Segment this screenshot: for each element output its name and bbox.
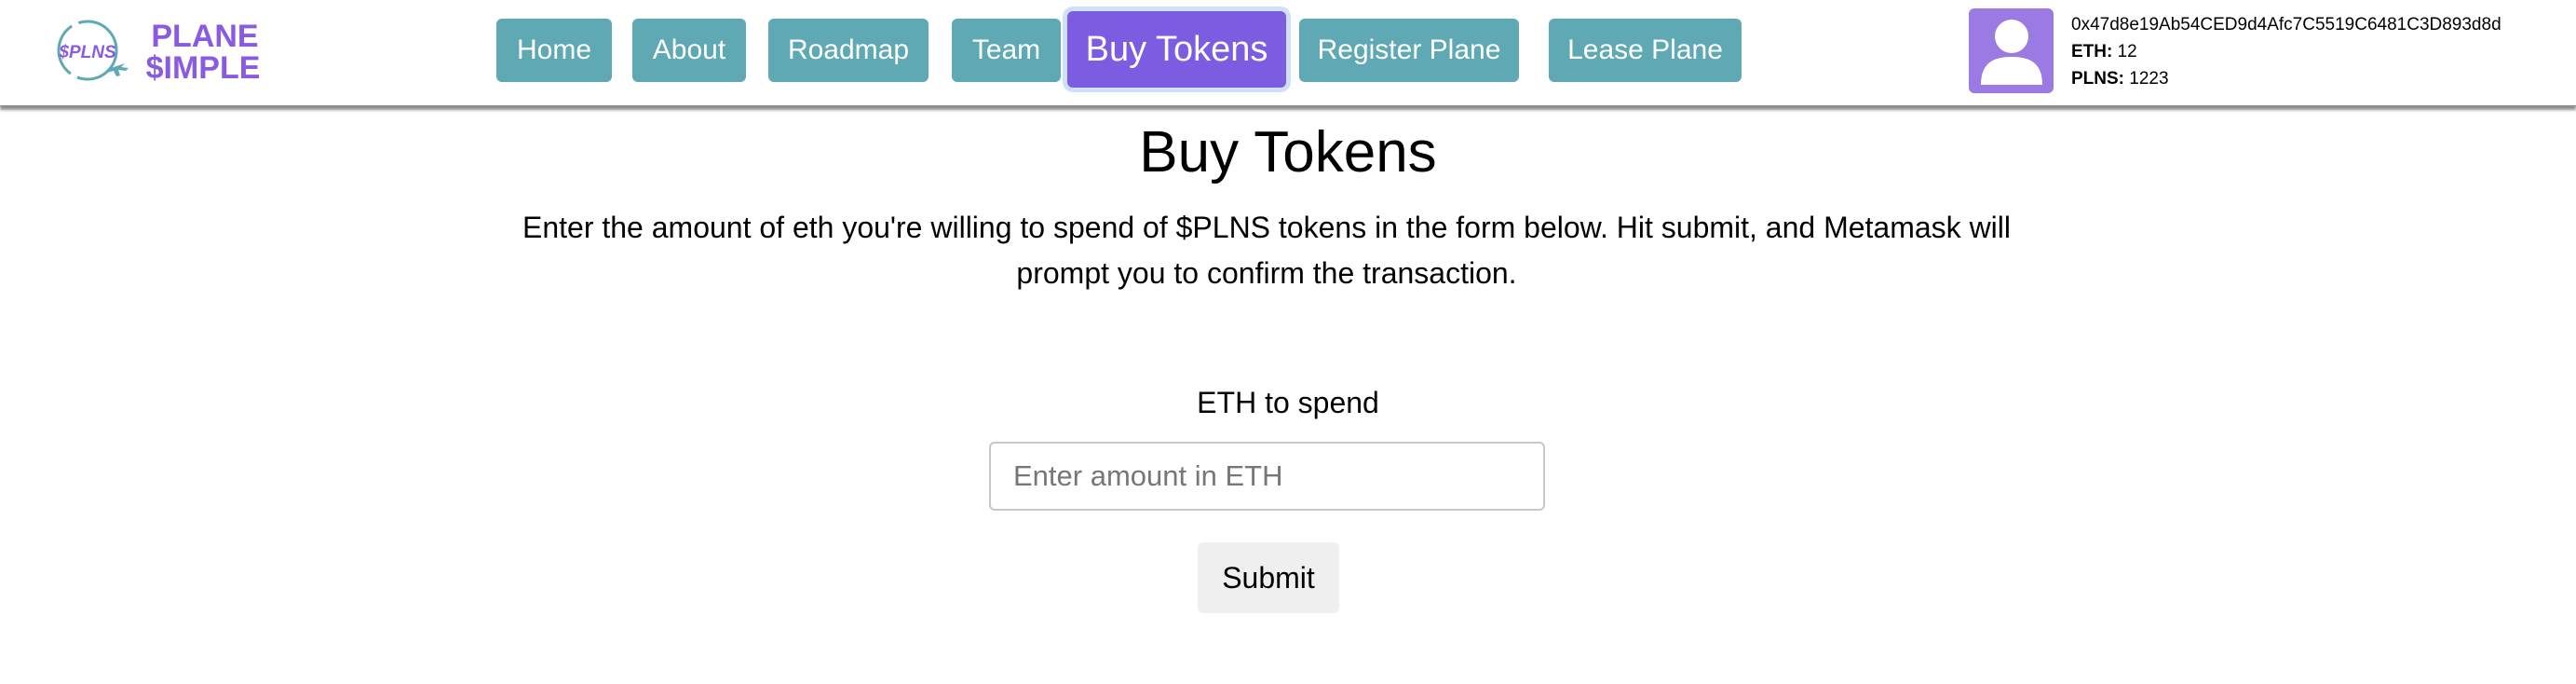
eth-balance-value: 12 xyxy=(2117,42,2137,62)
logo-title-bottom: $IMPLE xyxy=(146,50,261,86)
nav-roadmap-button[interactable]: Roadmap xyxy=(768,19,929,82)
avatar[interactable] xyxy=(1969,8,2054,93)
user-icon xyxy=(1980,19,2042,85)
logo-graphic: $PLNS PLANE $IMPLE xyxy=(57,19,261,86)
eth-field-label: ETH to spend xyxy=(1197,386,1379,419)
submit-button[interactable]: Submit xyxy=(1198,542,1339,613)
eth-balance-label: ETH: xyxy=(2071,42,2113,62)
logo-title-top: PLANE xyxy=(151,19,258,54)
eth-balance: ETH: 12 xyxy=(2071,38,2501,65)
page-title: Buy Tokens xyxy=(1139,120,1437,185)
eth-amount-input[interactable] xyxy=(989,442,1545,511)
nav-register-plane-button[interactable]: Register Plane xyxy=(1299,19,1519,82)
wallet-address: 0x47d8e19Ab54CED9d4Afc7C5519C6481C3D893d… xyxy=(2071,15,2501,34)
nav-buy-tokens-button[interactable]: Buy Tokens xyxy=(1067,11,1286,88)
plns-balance: PLNS: 1223 xyxy=(2071,65,2501,92)
plane-simple-logo[interactable]: $PLNS PLANE $IMPLE xyxy=(54,15,278,86)
plns-balance-value: 1223 xyxy=(2129,69,2169,89)
nav-lease-plane-button[interactable]: Lease Plane xyxy=(1549,19,1742,82)
nav-home-button[interactable]: Home xyxy=(496,19,612,82)
plns-balance-label: PLNS: xyxy=(2071,69,2124,89)
top-header: $PLNS PLANE $IMPLE Home About Roadmap Te… xyxy=(0,0,2576,106)
page-description: Enter the amount of eth you're willing t… xyxy=(522,211,2011,290)
coin-text: $PLNS xyxy=(58,43,116,62)
nav-team-button[interactable]: Team xyxy=(952,19,1061,82)
wallet-info: 0x47d8e19Ab54CED9d4Afc7C5519C6481C3D893d… xyxy=(2071,11,2501,92)
nav-about-button[interactable]: About xyxy=(632,19,746,82)
